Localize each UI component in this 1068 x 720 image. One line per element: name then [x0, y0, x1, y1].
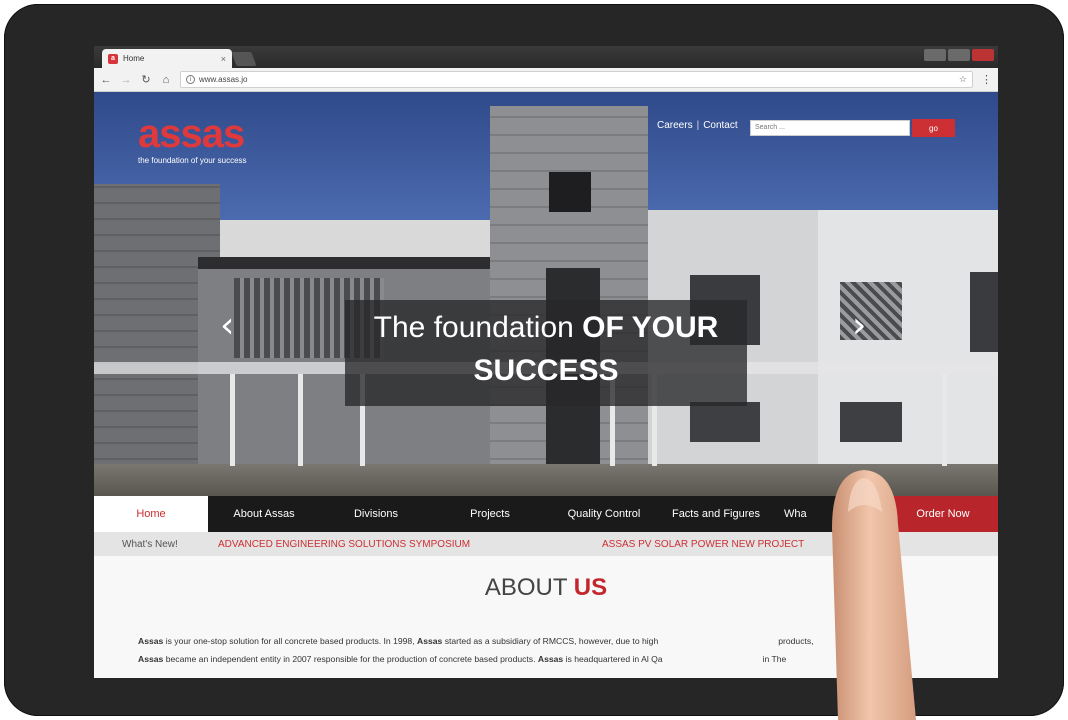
about-text: became an independent entity in 2007 res…	[163, 654, 538, 664]
brand-name: Assas	[138, 654, 164, 664]
ticker-item[interactable]: ADVANCED ENGINEERING SOLUTIONS SYMPOSIUM	[218, 539, 602, 550]
search-button[interactable]: go	[912, 119, 955, 137]
caption-line1: The foundation OF YOUR	[345, 308, 747, 348]
address-bar[interactable]: i www.assas.jo ☆	[180, 71, 973, 88]
nav-facts-figures[interactable]: Facts and Figures	[660, 496, 772, 532]
about-text: products,	[778, 636, 814, 646]
nav-projects[interactable]: Projects	[432, 496, 548, 532]
caption-light: The foundation	[373, 311, 574, 344]
caption-bold: OF YOUR	[582, 311, 719, 344]
building-part	[942, 374, 947, 466]
nav-divisions[interactable]: Divisions	[320, 496, 432, 532]
link-separator: |	[696, 120, 700, 131]
nav-whats-new[interactable]: Wha	[772, 496, 816, 532]
favicon-icon: a	[108, 53, 118, 64]
nav-about[interactable]: About Assas	[208, 496, 320, 532]
about-text: in The	[762, 654, 787, 664]
about-text: is your one-stop solution for all concre…	[163, 636, 417, 646]
maximize-button[interactable]	[948, 49, 970, 61]
building-part	[970, 272, 998, 352]
tab-title: Home	[123, 54, 145, 63]
about-text: is headquartered in Al Qa	[563, 654, 663, 664]
contact-link[interactable]: Contact	[703, 120, 737, 131]
hero-slider: assas the foundation of your success Car…	[94, 92, 998, 496]
browser-tab[interactable]: a Home ×	[102, 49, 232, 68]
browser-toolbar: ← → ↻ ⌂ i www.assas.jo ☆ ⋮	[94, 68, 998, 92]
close-tab-icon[interactable]: ×	[221, 54, 226, 64]
nav-home[interactable]: Home	[94, 496, 208, 532]
building-part	[549, 172, 591, 212]
finger-image	[832, 470, 916, 720]
about-title-light: ABOUT	[484, 574, 568, 601]
building-part	[298, 374, 303, 466]
close-window-button[interactable]	[972, 49, 994, 61]
about-title-bold: US	[573, 574, 608, 601]
brand-name: Assas	[138, 636, 164, 646]
building-part	[230, 374, 235, 466]
site-logo[interactable]: assas the foundation of your success	[138, 114, 247, 165]
careers-link[interactable]: Careers	[657, 120, 693, 131]
nav-quality-control[interactable]: Quality Control	[548, 496, 660, 532]
brand-name: Assas	[417, 636, 443, 646]
building-part	[840, 282, 902, 340]
logo-wordmark: assas	[138, 112, 245, 156]
building-part	[690, 402, 760, 442]
reload-icon[interactable]: ↻	[140, 73, 152, 86]
ticker-label: What's New!	[122, 538, 178, 550]
new-tab-button[interactable]	[231, 52, 257, 66]
logo-tagline: the foundation of your success	[138, 156, 247, 165]
ticker-item[interactable]: ASSAS PV SOLAR POWER NEW PROJECT	[602, 539, 804, 550]
hero-caption: The foundation OF YOUR SUCCESS	[345, 300, 747, 406]
browser-tabbar: a Home ×	[94, 46, 998, 68]
window-controls	[924, 49, 994, 61]
minimize-button[interactable]	[924, 49, 946, 61]
top-links: Careers | Contact	[657, 120, 738, 131]
info-icon[interactable]: i	[186, 75, 195, 84]
about-text: started as a subsidiary of RMCCS, howeve…	[442, 636, 659, 646]
building-part	[198, 257, 492, 269]
search-input[interactable]: Search ...	[750, 120, 910, 136]
slider-prev-icon[interactable]: ‹	[220, 306, 234, 346]
back-icon[interactable]: ←	[100, 74, 112, 86]
slider-next-icon[interactable]: ›	[852, 306, 866, 346]
building-part	[840, 402, 902, 442]
browser-menu-icon[interactable]: ⋮	[981, 73, 992, 86]
caption-line2: SUCCESS	[473, 354, 619, 387]
bookmark-star-icon[interactable]: ☆	[959, 74, 967, 85]
home-icon[interactable]: ⌂	[160, 74, 172, 86]
brand-name: Assas	[537, 654, 564, 664]
url-text: www.assas.jo	[199, 75, 248, 84]
forward-icon[interactable]: →	[120, 74, 132, 86]
